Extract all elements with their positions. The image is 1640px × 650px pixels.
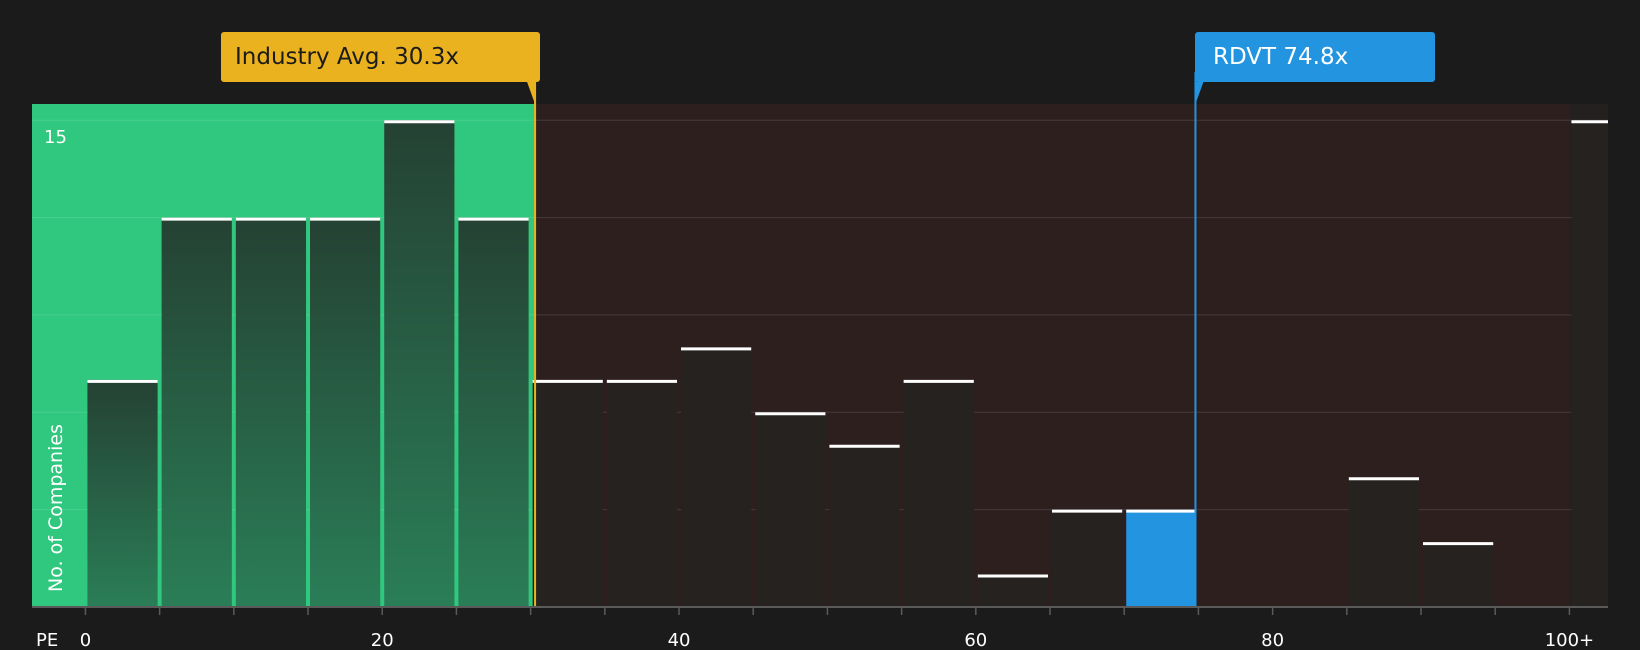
- histogram-bar: [235, 217, 307, 608]
- x-tick-label: 80: [1261, 630, 1284, 650]
- histogram-bar: [384, 120, 455, 608]
- y-axis-label: No. of Companies: [45, 424, 67, 592]
- histogram-bar: [1348, 477, 1420, 607]
- histogram-bar: [458, 217, 529, 608]
- company-pe-pointer: [1195, 82, 1204, 104]
- histogram-bar: [1571, 120, 1608, 608]
- histogram-bar: [681, 347, 752, 607]
- histogram-bar: [87, 379, 158, 607]
- x-tick-label: 100+: [1545, 630, 1594, 650]
- pe-distribution-chart: 0 20 40 60 80 100+ PE 15 No. of Companies: [32, 72, 1608, 650]
- histogram-bar: [977, 574, 1049, 607]
- histogram-bar: [1423, 542, 1494, 607]
- x-tick-label: 60: [964, 630, 987, 650]
- histogram-bar: [903, 379, 974, 607]
- histogram-bar: [755, 412, 826, 607]
- histogram-bar: [532, 379, 603, 607]
- x-tick-label: 40: [668, 630, 691, 650]
- y-tick-label: 15: [44, 127, 67, 148]
- histogram-bar: [1126, 509, 1197, 607]
- histogram-bar: [829, 444, 900, 607]
- histogram-bar: [606, 379, 678, 607]
- industry-average-label: Industry Avg. 30.3x: [235, 44, 459, 70]
- company-pe-label: RDVT 74.8x: [1213, 44, 1349, 70]
- industry-average-pointer: [527, 82, 536, 104]
- x-axis-label: PE: [36, 630, 58, 650]
- histogram-bar: [161, 217, 232, 608]
- industry-average-callout: Industry Avg. 30.3x: [221, 32, 540, 82]
- x-tick-label: 0: [80, 630, 91, 650]
- x-tick-label: 20: [371, 630, 394, 650]
- histogram-bar: [1052, 509, 1123, 607]
- company-pe-callout: RDVT 74.8x: [1195, 32, 1435, 82]
- histogram-bar: [310, 217, 381, 608]
